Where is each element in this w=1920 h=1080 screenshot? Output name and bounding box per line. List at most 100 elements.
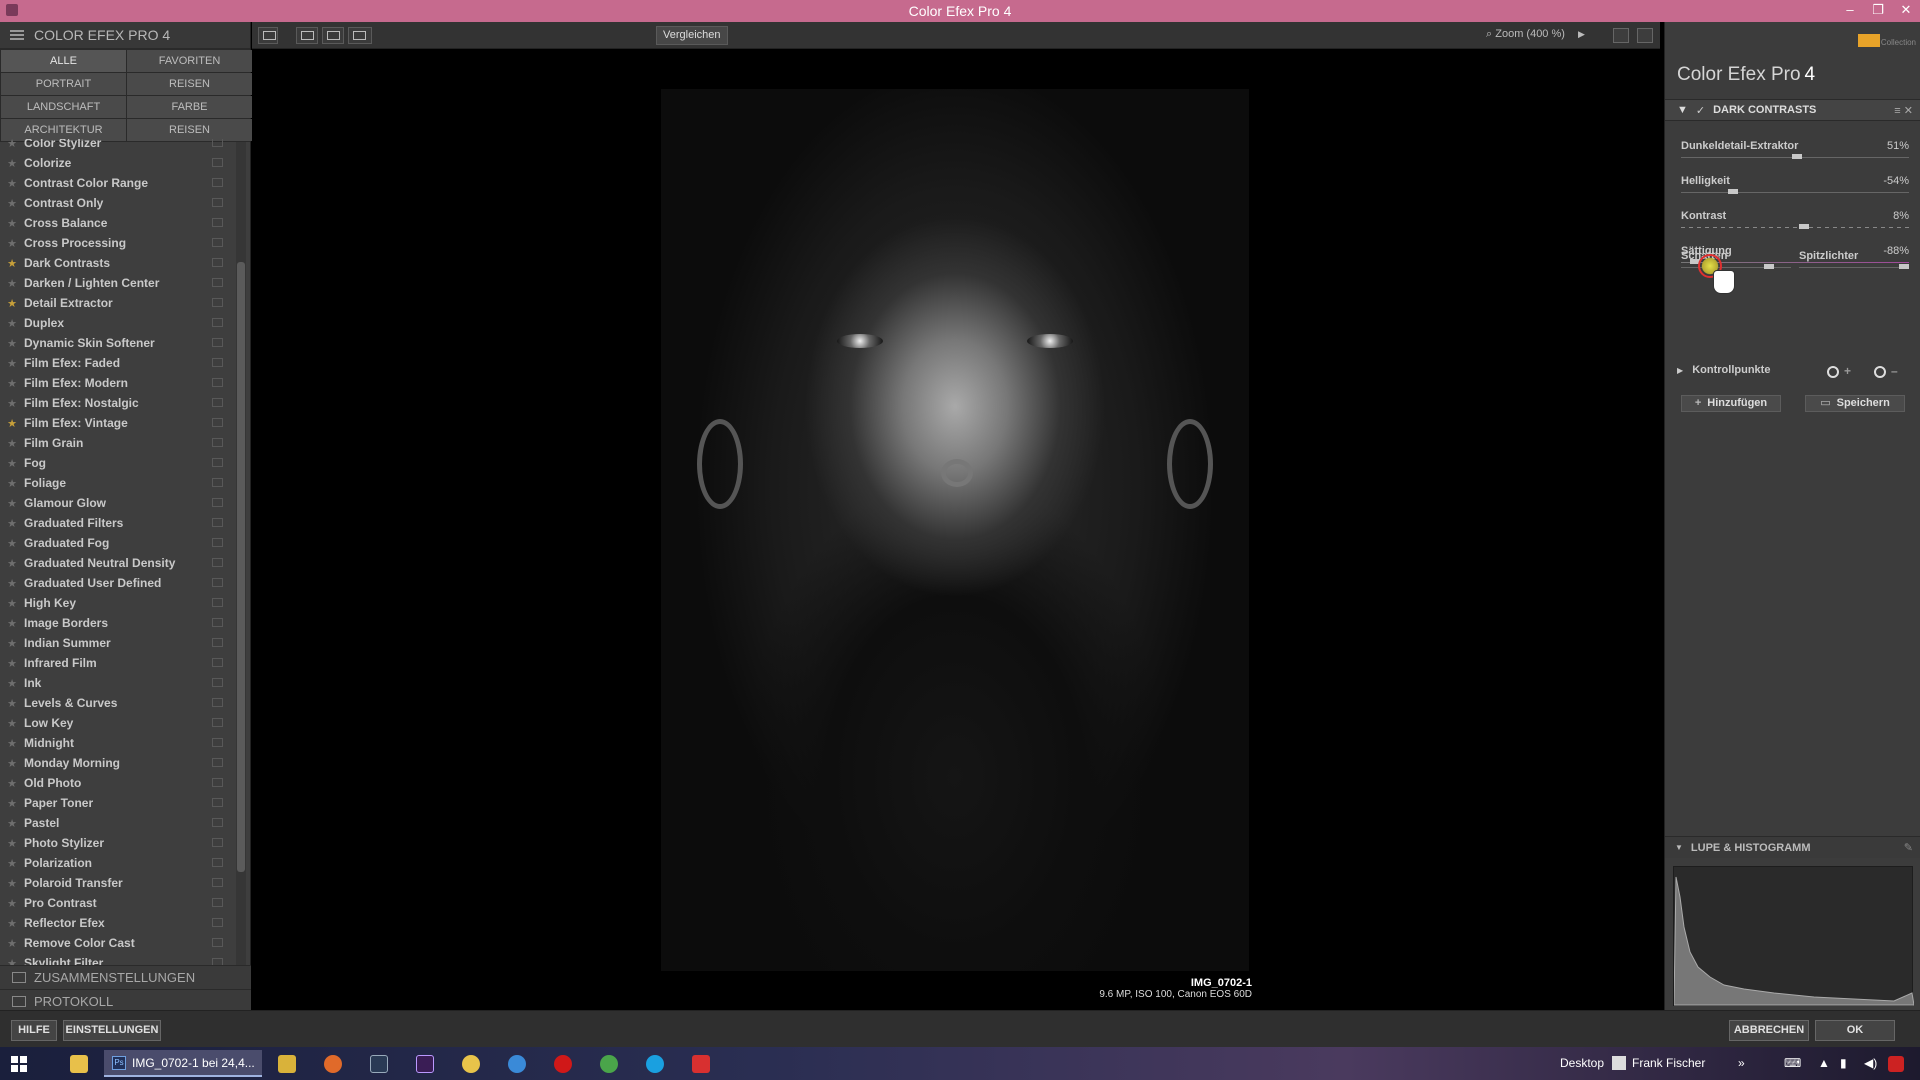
background-color-button[interactable] xyxy=(1613,28,1629,43)
filter-preset-icon[interactable] xyxy=(212,698,223,707)
star-icon[interactable]: ★ xyxy=(0,637,24,650)
filter-preset-icon[interactable] xyxy=(212,778,223,787)
filter-item[interactable]: ★ Graduated Filters xyxy=(0,513,235,533)
star-icon[interactable]: ★ xyxy=(0,777,24,790)
category-tab-favoriten[interactable]: FAVORITEN xyxy=(127,50,252,72)
star-icon[interactable]: ★ xyxy=(0,717,24,730)
app-icon-yellow[interactable] xyxy=(278,1055,296,1073)
highlights-slider[interactable]: Spitzlichter xyxy=(1799,250,1909,269)
star-icon[interactable]: ★ xyxy=(0,537,24,550)
chrome-icon[interactable] xyxy=(600,1055,618,1073)
shadows-slider[interactable]: Schatten xyxy=(1681,250,1791,269)
star-icon[interactable]: ★ xyxy=(0,177,24,190)
star-icon[interactable]: ★ xyxy=(0,857,24,870)
expand-toolbars-icon[interactable]: » xyxy=(1738,1056,1745,1070)
scrollbar-thumb[interactable] xyxy=(237,262,245,872)
windows-start-icon[interactable] xyxy=(11,1056,27,1072)
filter-preset-icon[interactable] xyxy=(212,838,223,847)
filter-preset-icon[interactable] xyxy=(212,678,223,687)
star-icon[interactable]: ★ xyxy=(0,157,24,170)
filter-item[interactable]: ★ Film Efex: Nostalgic xyxy=(0,393,235,413)
filter-preset-icon[interactable] xyxy=(212,598,223,607)
star-icon[interactable]: ★ xyxy=(0,557,24,570)
filter-header[interactable]: ▼ ✓ DARK CONTRASTS ≡ ✕ xyxy=(1665,99,1920,121)
filter-preset-icon[interactable] xyxy=(212,798,223,807)
highlights-handle[interactable] xyxy=(1898,264,1909,269)
volume-icon[interactable]: ◀) xyxy=(1864,1056,1877,1070)
app-icon-yellow-round[interactable] xyxy=(462,1055,480,1073)
filter-preset-icon[interactable] xyxy=(212,378,223,387)
compare-button[interactable]: Vergleichen xyxy=(656,26,728,45)
filter-item[interactable]: ★ Film Grain xyxy=(0,433,235,453)
filter-preset-icon[interactable] xyxy=(212,618,223,627)
close-button[interactable]: ✕ xyxy=(1892,0,1920,22)
filter-preset-icon[interactable] xyxy=(212,458,223,467)
star-icon[interactable]: ★ xyxy=(0,917,24,930)
filter-item[interactable]: ★ Graduated User Defined xyxy=(0,573,235,593)
filter-item[interactable]: ★ Photo Stylizer xyxy=(0,833,235,853)
filter-item[interactable]: ★ Indian Summer xyxy=(0,633,235,653)
filter-item[interactable]: ★ Dark Contrasts xyxy=(0,253,235,273)
lightroom-icon[interactable] xyxy=(370,1055,388,1073)
filter-preset-icon[interactable] xyxy=(212,318,223,327)
toggle-controls-button[interactable] xyxy=(1637,28,1653,43)
minus-icon[interactable]: – xyxy=(1891,364,1898,378)
presets-section[interactable]: ZUSAMMENSTELLUNGEN xyxy=(0,965,251,989)
filter-item[interactable]: ★ Cross Balance xyxy=(0,213,235,233)
user-toolbar[interactable]: Frank Fischer xyxy=(1632,1056,1705,1070)
maximize-button[interactable]: ❐ xyxy=(1864,0,1892,22)
chevron-right-icon[interactable]: ▶ xyxy=(1578,29,1585,39)
filter-item[interactable]: ★ Film Efex: Modern xyxy=(0,373,235,393)
star-icon[interactable]: ★ xyxy=(0,337,24,350)
single-view-button[interactable] xyxy=(296,27,318,44)
pin-icon[interactable]: ✎ xyxy=(1904,841,1913,854)
filter-item[interactable]: ★ Pro Contrast xyxy=(0,893,235,913)
filter-preset-icon[interactable] xyxy=(212,898,223,907)
filter-preset-icon[interactable] xyxy=(212,878,223,887)
param-slider[interactable]: Kontrast 8% xyxy=(1681,210,1909,229)
filter-preset-icon[interactable] xyxy=(212,658,223,667)
filter-item[interactable]: ★ Image Borders xyxy=(0,613,235,633)
settings-button[interactable]: EINSTELLUNGEN xyxy=(63,1020,161,1041)
param-handle[interactable] xyxy=(1799,224,1810,229)
star-icon[interactable]: ★ xyxy=(0,297,24,310)
filter-item[interactable]: ★ Dynamic Skin Softener xyxy=(0,333,235,353)
filter-item[interactable]: ★ Fog xyxy=(0,453,235,473)
help-button[interactable]: HILFE xyxy=(11,1020,57,1041)
param-handle[interactable] xyxy=(1728,189,1739,194)
filter-preset-icon[interactable] xyxy=(212,418,223,427)
star-icon[interactable]: ★ xyxy=(0,437,24,450)
filter-item[interactable]: ★ Paper Toner xyxy=(0,793,235,813)
star-icon[interactable]: ★ xyxy=(0,217,24,230)
filter-item[interactable]: ★ Graduated Fog xyxy=(0,533,235,553)
star-icon[interactable]: ★ xyxy=(0,497,24,510)
preview-photo[interactable] xyxy=(661,89,1249,971)
filter-preset-icon[interactable] xyxy=(212,198,223,207)
filter-preset-icon[interactable] xyxy=(212,958,223,965)
star-icon[interactable]: ★ xyxy=(0,837,24,850)
filter-item[interactable]: ★ Reflector Efex xyxy=(0,913,235,933)
add-filter-button[interactable]: + Hinzufügen xyxy=(1681,395,1781,412)
filter-item[interactable]: ★ Old Photo xyxy=(0,773,235,793)
filter-menu-close-icon[interactable]: ≡ ✕ xyxy=(1894,104,1913,117)
filter-item[interactable]: ★ High Key xyxy=(0,593,235,613)
filter-preset-icon[interactable] xyxy=(212,298,223,307)
filter-item[interactable]: ★ Skylight Filter xyxy=(0,953,235,965)
filter-item[interactable]: ★ Levels & Curves xyxy=(0,693,235,713)
filter-preset-icon[interactable] xyxy=(212,438,223,447)
desktop-toolbar[interactable]: Desktop xyxy=(1560,1056,1604,1070)
star-icon[interactable]: ★ xyxy=(0,139,24,150)
zoom-control[interactable]: ⌕ Zoom (400 %) ▶ xyxy=(1486,28,1585,41)
category-tab-alle[interactable]: ALLE xyxy=(1,50,126,72)
tray-chevron-icon[interactable]: ▲ xyxy=(1818,1056,1830,1070)
star-icon[interactable]: ★ xyxy=(0,937,24,950)
ok-button[interactable]: OK xyxy=(1815,1020,1895,1041)
shadows-handle[interactable] xyxy=(1764,264,1774,269)
premiere-icon[interactable] xyxy=(416,1055,434,1073)
app-icon-red[interactable] xyxy=(554,1055,572,1073)
file-explorer-icon[interactable] xyxy=(70,1055,88,1073)
triangle-down-icon[interactable]: ▼ xyxy=(1677,104,1688,116)
skype-icon[interactable] xyxy=(646,1055,664,1073)
category-tab-farbe[interactable]: FARBE xyxy=(127,96,252,118)
star-icon[interactable]: ★ xyxy=(0,617,24,630)
